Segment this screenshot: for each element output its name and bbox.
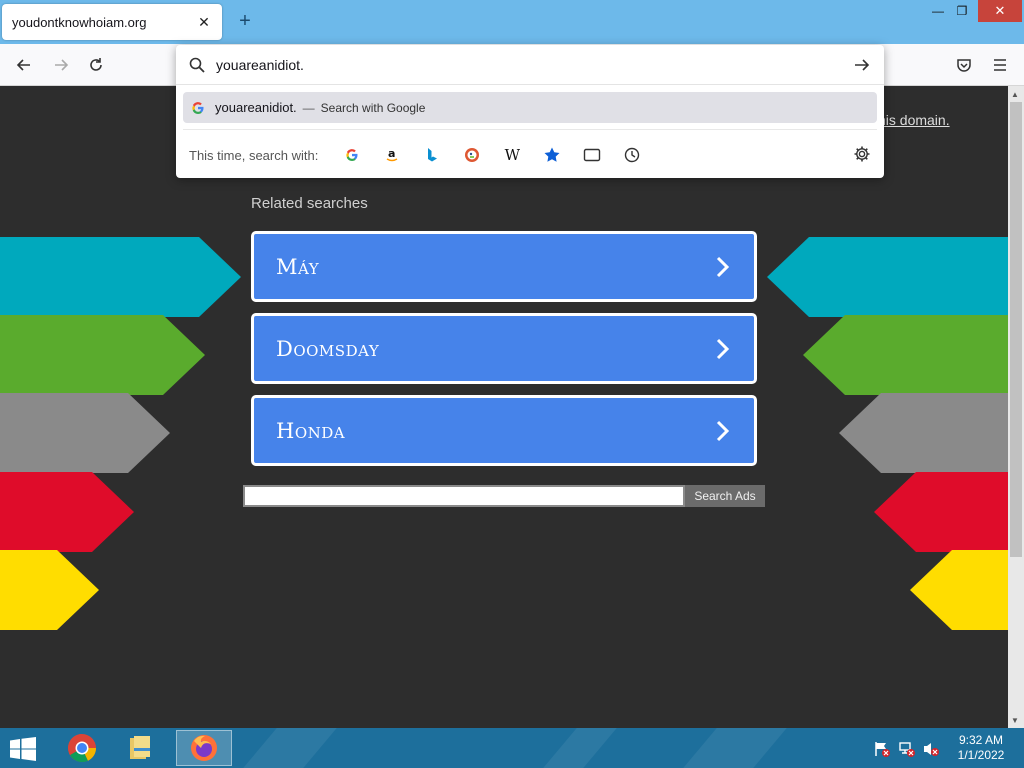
left-arrow-red: [0, 472, 134, 552]
arrow-right-icon: [55, 59, 69, 71]
right-arrow-gray: [839, 393, 1008, 473]
right-arrow-yellow: [910, 550, 1008, 630]
related-search-label: Doomsday: [276, 336, 380, 361]
scroll-up-arrow-icon[interactable]: ▲: [1011, 90, 1019, 99]
forward-button[interactable]: [49, 53, 73, 77]
history-icon[interactable]: [612, 142, 652, 168]
amazon-glyph: a: [388, 147, 395, 160]
url-input[interactable]: [216, 56, 852, 73]
clock-time: 9:32 AM: [958, 733, 1004, 747]
left-arrow-teal: [0, 237, 241, 317]
search-ads-form: Search Ads: [243, 485, 765, 507]
right-arrow-red: [874, 472, 1008, 552]
left-arrow-green: [0, 315, 205, 395]
clock-date: 1/1/2022: [957, 748, 1005, 762]
chevron-right-icon: [716, 338, 730, 359]
related-search-button[interactable]: Máy: [251, 231, 757, 302]
search-ads-button[interactable]: Search Ads: [685, 485, 765, 507]
tab-close-icon[interactable]: ✕: [196, 14, 212, 30]
duckduckgo-icon[interactable]: [452, 142, 492, 168]
minimize-button[interactable]: —: [924, 0, 952, 22]
popup-divider: [183, 129, 877, 130]
related-search-button[interactable]: Honda: [251, 395, 757, 466]
engines-label: This time, search with:: [189, 147, 319, 163]
firefox-icon[interactable]: [176, 730, 232, 766]
tab-title: youdontknowhoiam.org: [12, 14, 147, 30]
search-suggestion[interactable]: youareanidiot. — Search with Google: [183, 92, 877, 123]
taskbar: 9:32 AM 1/1/2022: [0, 728, 1024, 768]
urlbar-popup: youareanidiot. — Search with Google This…: [176, 45, 884, 178]
page-content: his domain. Related searches Máy Doomsda…: [0, 86, 1008, 728]
reload-icon: [90, 58, 102, 71]
right-arrow-green: [803, 315, 1008, 395]
chrome-icon[interactable]: [54, 730, 110, 766]
google-icon: [192, 101, 204, 114]
windows-start-icon[interactable]: [8, 737, 38, 761]
tabs-icon[interactable]: [572, 142, 612, 168]
chevron-right-icon: [716, 256, 730, 277]
new-tab-button[interactable]: +: [234, 11, 256, 33]
maximize-button[interactable]: ❐: [950, 0, 974, 22]
go-arrow-icon[interactable]: [852, 55, 872, 75]
search-ads-input[interactable]: [243, 485, 685, 507]
bing-icon[interactable]: [412, 142, 452, 168]
gear-icon[interactable]: [853, 145, 871, 163]
left-arrow-yellow: [0, 550, 99, 630]
file-explorer-icon[interactable]: [112, 730, 168, 766]
pocket-icon: [957, 59, 971, 72]
hamburger-menu-icon: [994, 59, 1006, 71]
bookmarks-icon[interactable]: [532, 142, 572, 168]
pocket-button[interactable]: [952, 53, 976, 77]
browser-titlebar: youdontknowhoiam.org ✕ + — ❐ ✕: [0, 0, 1024, 44]
volume-muted-icon[interactable]: [922, 740, 940, 758]
related-search-label: Honda: [276, 418, 346, 443]
tab-active[interactable]: youdontknowhoiam.org ✕: [2, 4, 222, 40]
right-arrow-teal: [767, 237, 1008, 317]
suggestion-text: youareanidiot.: [215, 100, 297, 115]
back-button[interactable]: [12, 53, 36, 77]
google-icon[interactable]: [332, 142, 372, 168]
wikipedia-glyph: W: [504, 146, 521, 164]
suggestion-action: Search with Google: [320, 100, 426, 115]
one-off-search-engines: This time, search with: a W: [176, 140, 884, 170]
chevron-right-icon: [716, 420, 730, 441]
domain-link[interactable]: his domain.: [878, 112, 950, 128]
urlbar: [176, 45, 884, 85]
action-center-flag-icon[interactable]: [873, 740, 891, 758]
system-clock[interactable]: 9:32 AM 1/1/2022: [950, 733, 1012, 763]
amazon-icon[interactable]: a: [372, 142, 412, 168]
network-icon[interactable]: [898, 740, 916, 758]
related-search-button[interactable]: Doomsday: [251, 313, 757, 384]
left-arrow-gray: [0, 393, 170, 473]
arrow-left-icon: [16, 59, 30, 71]
related-searches-heading: Related searches: [251, 195, 368, 212]
scroll-down-arrow-icon[interactable]: ▼: [1011, 716, 1019, 725]
related-search-label: Máy: [276, 254, 320, 279]
wikipedia-icon[interactable]: W: [492, 142, 532, 168]
reload-button[interactable]: [84, 53, 108, 77]
search-icon: [189, 57, 205, 73]
close-window-button[interactable]: ✕: [978, 0, 1022, 22]
app-menu-button[interactable]: [988, 53, 1012, 77]
scrollbar-thumb[interactable]: [1010, 102, 1022, 557]
suggestion-separator: —: [302, 100, 315, 115]
